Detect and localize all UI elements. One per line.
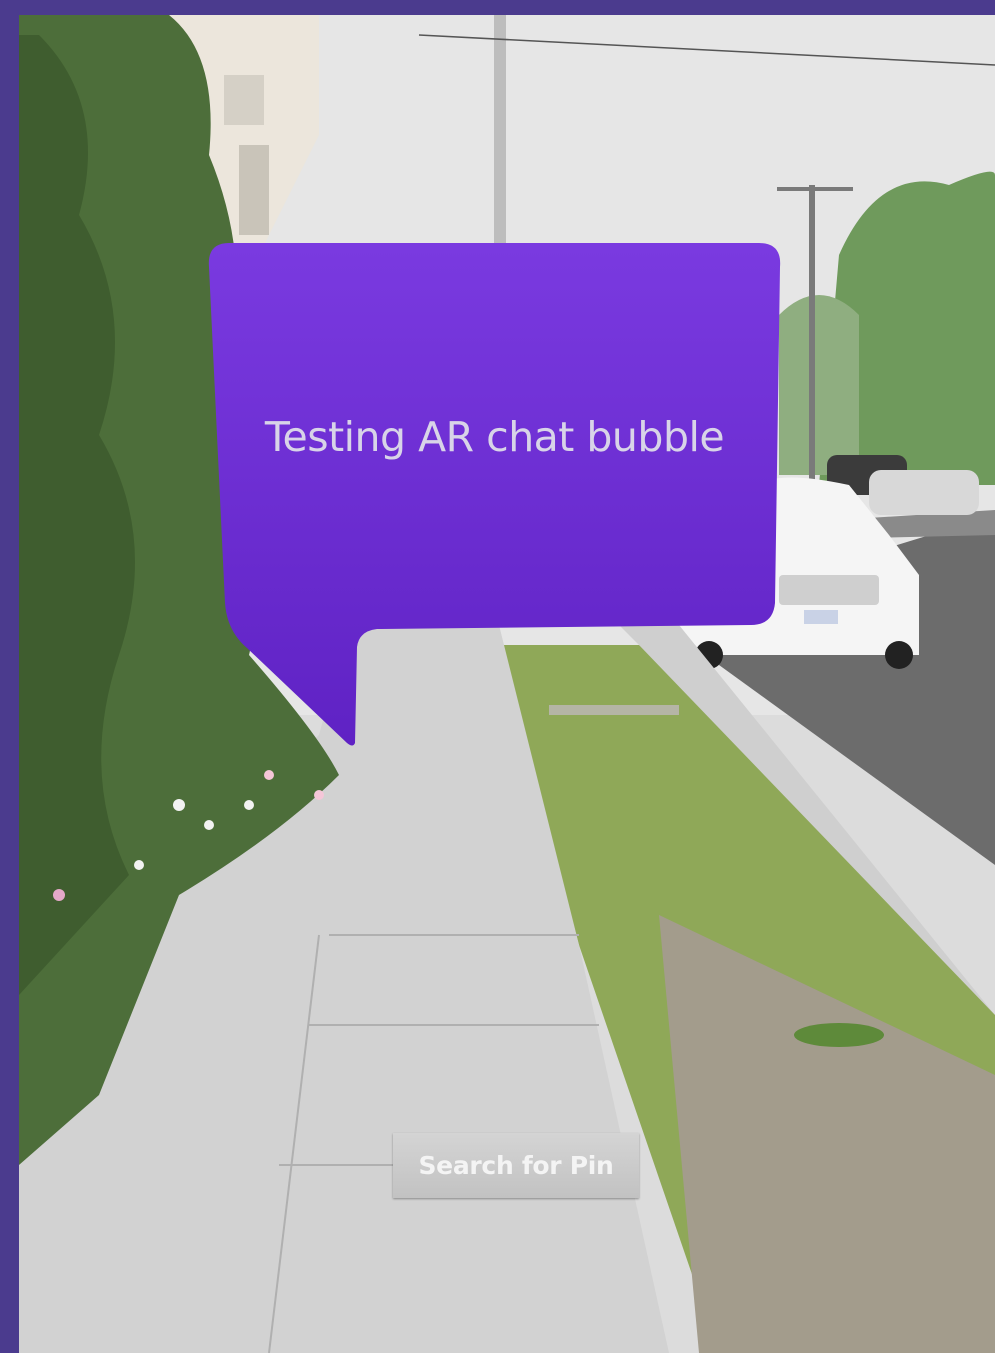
ar-camera-view[interactable]: Testing AR chat bubble Search for Pin: [19, 15, 995, 1353]
chat-bubble-shape: [208, 243, 781, 746]
ar-chat-bubble[interactable]: Testing AR chat bubble: [207, 243, 782, 748]
chat-bubble-message: Testing AR chat bubble: [264, 413, 725, 461]
search-for-pin-button[interactable]: Search for Pin: [393, 1133, 639, 1198]
app-frame: Testing AR chat bubble Search for Pin: [0, 0, 995, 1353]
